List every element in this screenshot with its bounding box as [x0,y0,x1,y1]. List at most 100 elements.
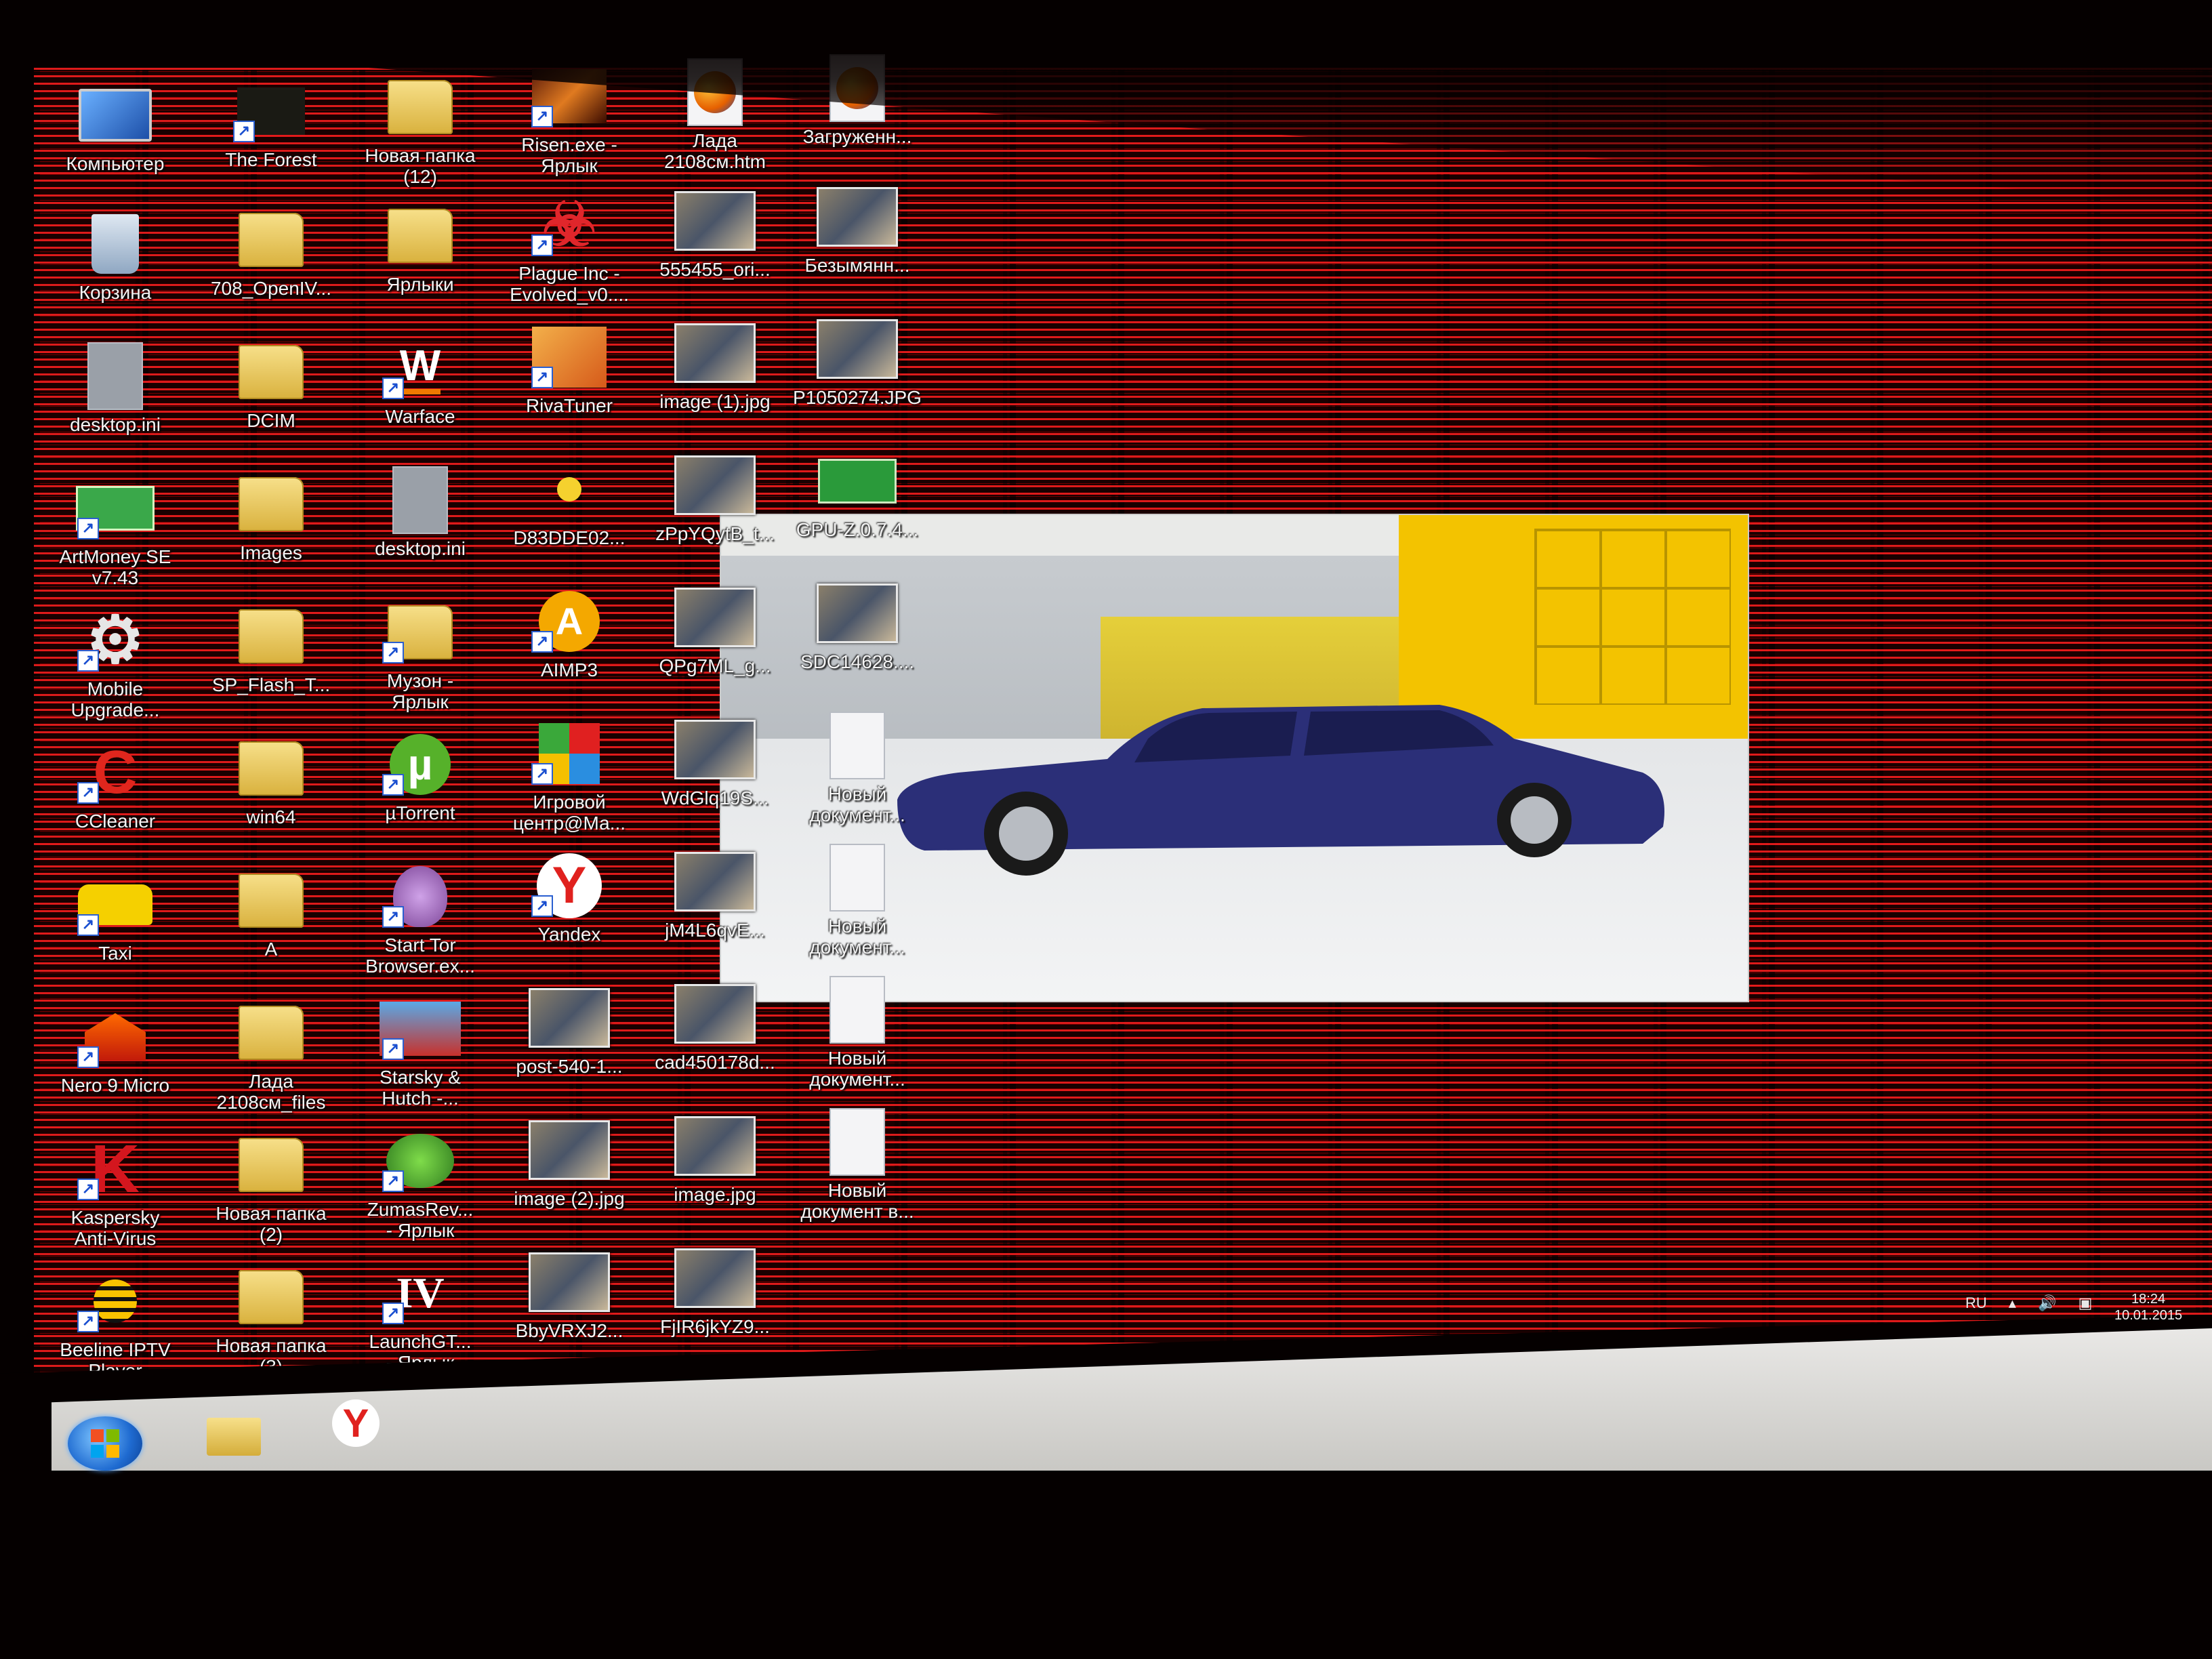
shortcut-arrow-icon: ↗ [531,234,553,256]
desktop-icon[interactable]: 555455_ori... [640,187,790,316]
network-icon[interactable]: ▣ [2078,1294,2093,1311]
desktop-icon-label: post-540-1... [516,1056,623,1077]
desktop-icon[interactable]: ↗ Музон - Ярлык [346,598,495,727]
desktop-icon[interactable]: ↗ Starsky & Hutch -... [346,995,495,1124]
desktop-icon[interactable]: Новая папка (12) [346,73,495,202]
gta-iv-icon: IV ↗ [380,1259,461,1327]
desktop-icon-label: Start Tor Browser.ex... [365,935,475,977]
shortcut-arrow-icon: ↗ [77,1311,99,1332]
desktop-icon[interactable]: C ↗ CCleaner [41,739,190,867]
desktop-icon[interactable]: desktop.ini [41,342,190,471]
desktop-icon[interactable]: desktop.ini [346,466,495,595]
folder-icon [230,470,312,538]
desktop-icon[interactable]: D83DDE02... [495,455,644,584]
desktop-icon[interactable]: DCIM [197,338,346,467]
desktop-icon[interactable]: ↗ The Forest [197,77,346,206]
desktop-icon[interactable]: Корзина [41,210,190,339]
desktop-icon[interactable]: Ярлыки [346,202,495,331]
desktop-icon[interactable]: Загруженн... [783,54,932,183]
desktop-icon[interactable]: 708_OpenIV... [197,206,346,335]
photo-icon [674,319,756,387]
desktop-icon-label: Новый документ... [809,1048,905,1090]
desktop-icon[interactable]: µ ↗ µTorrent [346,731,495,859]
tray-arrow-icon[interactable]: ▴ [2009,1294,2016,1311]
taskbar-explorer-button[interactable] [197,1410,271,1464]
desktop-icon[interactable]: ↗ Taxi [41,871,190,1000]
windows-start-orb-icon[interactable] [68,1416,142,1471]
desktop-icon[interactable]: A [197,867,346,996]
shortcut-arrow-icon: ↗ [77,782,99,804]
clock[interactable]: 18:24 10.01.2015 [2114,1291,2182,1324]
desktop-icon[interactable]: Новый документ... [783,712,932,840]
desktop-icon[interactable]: ↗ ZumasRev... - Ярлык [346,1127,495,1256]
desktop-icon[interactable]: Images [197,470,346,599]
desktop-icon[interactable]: SP_Flash_T... [197,602,346,731]
desktop-icon[interactable]: ↗ Beeline IPTV Player [41,1267,190,1396]
desktop-icon-label: zPpYQytB_t... [655,523,775,544]
document-icon [817,712,898,779]
folder-icon [380,202,461,270]
desktop-icon[interactable]: BbyVRXJ2... [495,1248,644,1377]
language-indicator[interactable]: RU [1965,1294,1987,1311]
volume-icon[interactable]: 🔊 [2038,1294,2056,1311]
photo-icon [529,1116,610,1184]
risen-icon: ↗ [529,62,610,130]
desktop-icon[interactable]: jM4L6qvE... [640,848,790,977]
desktop-icon[interactable]: IV ↗ LaunchGT... - Ярлык [346,1259,495,1388]
desktop-icon[interactable]: WdGlq19S... [640,716,790,844]
desktop-icon[interactable]: cad450178d... [640,980,790,1109]
desktop-icon[interactable]: Новая папка (2) [197,1131,346,1260]
desktop-icon-label: Новый документ... [809,783,905,825]
desktop-icon[interactable]: ↗ Risen.exe - Ярлык [495,62,644,191]
ini-file-icon [380,466,461,534]
desktop-icon[interactable]: QPg7ML_g... [640,583,790,712]
desktop-icon[interactable]: Y ↗ Yandex [495,852,644,981]
desktop-icon[interactable]: Лада 2108см_files [197,999,346,1128]
desktop-icon[interactable]: image (1).jpg [640,319,790,448]
desktop-icon[interactable]: Новая папка (3) [197,1263,346,1392]
desktop-icon[interactable]: ↗ ArtMoney SE v7.43 [41,474,190,603]
document-icon [817,1108,898,1176]
desktop-icon-label: Yandex [537,924,601,945]
desktop-icon[interactable]: image (2).jpg [495,1116,644,1245]
desktop-icon[interactable]: zPpYQytB_t... [640,451,790,580]
ini-file-icon [75,342,156,410]
desktop-icon[interactable]: Новый документ... [783,844,932,972]
desktop-icon-label: image.jpg [674,1184,756,1205]
desktop-icon[interactable]: ↗ Start Tor Browser.ex... [346,863,495,991]
desktop-icon[interactable]: Лада 2108см.htm [640,58,790,187]
desktop-icon[interactable]: FjIR6jkYZ9... [640,1244,790,1373]
desktop-icon[interactable]: GPU-Z.0.7.4... [783,447,932,576]
desktop-icon[interactable]: K ↗ Kaspersky Anti-Virus [41,1135,190,1264]
desktop-icon-label: win64 [246,806,296,827]
desktop-icon[interactable]: ↗ RivaTuner [495,323,644,452]
desktop-icon[interactable]: W ↗ Warface [346,334,495,463]
desktop-icon[interactable]: ↗ Игровой центр@Ма... [495,720,644,848]
desktop-icon-label: Starsky & Hutch -... [380,1067,461,1109]
desktop-icon[interactable]: ☣ ↗ Plague Inc - Evolved_v0.... [495,191,644,320]
taskbar-yandex-button[interactable]: Y [319,1396,393,1450]
desktop-icon[interactable]: Новый документ... [783,976,932,1105]
desktop-icon[interactable]: ↗ Nero 9 Micro [41,1003,190,1132]
kaspersky-icon: K ↗ [75,1135,156,1203]
desktop-icon[interactable]: Компьютер [41,81,190,210]
desktop-icon-label: jM4L6qvE... [665,920,765,941]
desktop-icon-label: Компьютер [66,153,165,174]
shortcut-arrow-icon: ↗ [77,518,99,539]
desktop-icon[interactable]: SDC14628.... [783,579,932,708]
desktop-icon-label: image (1).jpg [659,391,771,412]
desktop-icon-label: Загруженн... [802,126,912,147]
desktop-icon[interactable]: win64 [197,735,346,863]
desktop-icon[interactable]: Новый документ в... [783,1108,932,1237]
photo-icon [529,984,610,1052]
desktop-icon[interactable]: P1050274.JPG [783,315,932,444]
desktop-icon-label: Taxi [98,943,132,964]
windows-logo-icon [91,1429,119,1458]
desktop-icon[interactable]: image.jpg [640,1112,790,1241]
desktop-icon[interactable]: A ↗ AIMP3 [495,588,644,716]
folder-icon [230,867,312,935]
desktop-icon-label: desktop.ini [375,538,466,559]
desktop-icon[interactable]: Безымянн... [783,183,932,312]
desktop-icon[interactable]: ⚙ ↗ Mobile Upgrade... [41,607,190,735]
desktop-icon[interactable]: post-540-1... [495,984,644,1113]
